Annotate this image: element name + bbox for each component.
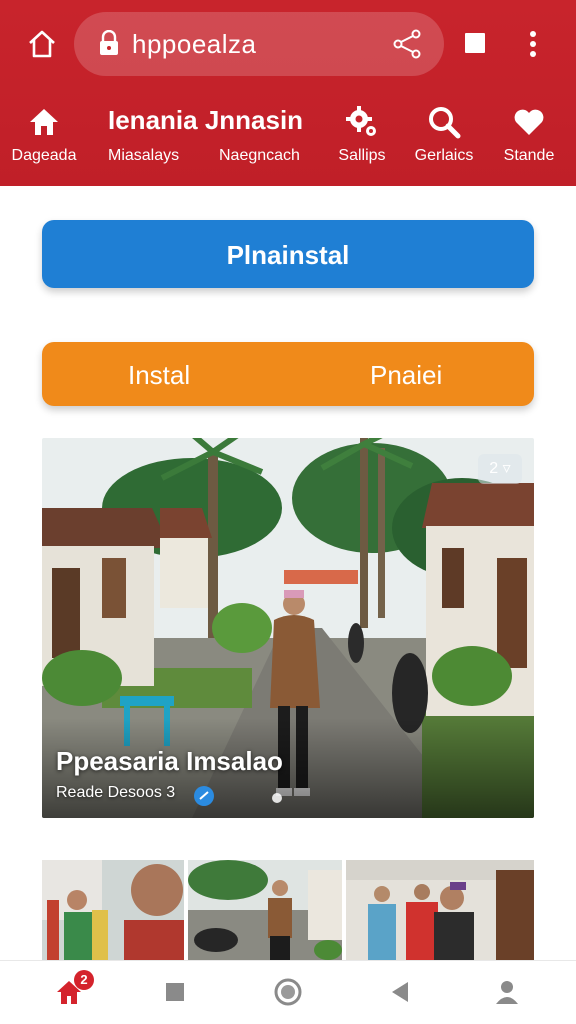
gear-icon (344, 104, 380, 140)
install-button-group[interactable]: Instal Pnaiei (42, 342, 534, 406)
nav-item-dageada[interactable]: Dageada (0, 104, 92, 174)
primary-install-button[interactable]: Plnainstal (42, 220, 534, 288)
nav-item-naegncach[interactable]: Naegncach (219, 147, 300, 165)
carousel-dots[interactable] (272, 793, 332, 803)
thumbnail-3[interactable] (346, 860, 534, 960)
back-icon[interactable] (386, 977, 416, 1007)
thumbnail-1[interactable] (42, 860, 184, 960)
home-icon[interactable] (24, 26, 60, 62)
nav-label: Dageada (11, 147, 77, 164)
profile-icon[interactable] (492, 977, 522, 1007)
gallery-count-badge: 2 ▿ (478, 454, 522, 484)
hero-card[interactable]: 2 ▿ Ppeasaria Imsalao Reade Desoos 3 (42, 438, 534, 818)
nav-label: Stande (503, 147, 555, 164)
home-circle-icon[interactable] (273, 977, 303, 1007)
thumbnail-photo (188, 860, 342, 960)
page-title: Ienania Jnnasin (108, 105, 304, 135)
lock-icon (98, 29, 120, 56)
address-bar[interactable]: hppoealza (74, 12, 444, 76)
nav-item-miasalays[interactable]: Miasalays (108, 147, 179, 165)
search-icon (426, 104, 462, 140)
hero-subtitle: Reade Desoos 3 (56, 784, 176, 801)
share-icon[interactable] (392, 28, 424, 60)
install-label[interactable]: Instal (128, 360, 190, 391)
thumbnail-photo (346, 860, 534, 960)
hero-title: Ppeasaria Imsalao (56, 746, 283, 776)
thumbnail-photo (42, 860, 184, 960)
more-menu-icon[interactable] (518, 26, 548, 62)
verified-icon (194, 786, 214, 806)
nav-item-stande[interactable]: Stande (481, 104, 576, 174)
person-icon: ▿ (498, 460, 511, 477)
notification-badge: 2 (74, 970, 94, 990)
thumbnail-2[interactable] (188, 860, 342, 960)
nav-label: Gerlaics (414, 147, 474, 164)
home-icon (26, 104, 62, 140)
url-text: hppoealza (132, 29, 257, 59)
app-header: hppoealza Ienania Jnnasin Dageada Miasal… (0, 0, 576, 186)
nav-item-gerlaics[interactable]: Gerlaics (396, 104, 492, 174)
secondary-label[interactable]: Pnaiei (370, 360, 442, 391)
tabs-icon[interactable] (462, 30, 488, 56)
recent-apps-icon[interactable] (160, 977, 190, 1007)
heart-icon (511, 104, 547, 140)
carousel-dot[interactable] (272, 793, 282, 803)
